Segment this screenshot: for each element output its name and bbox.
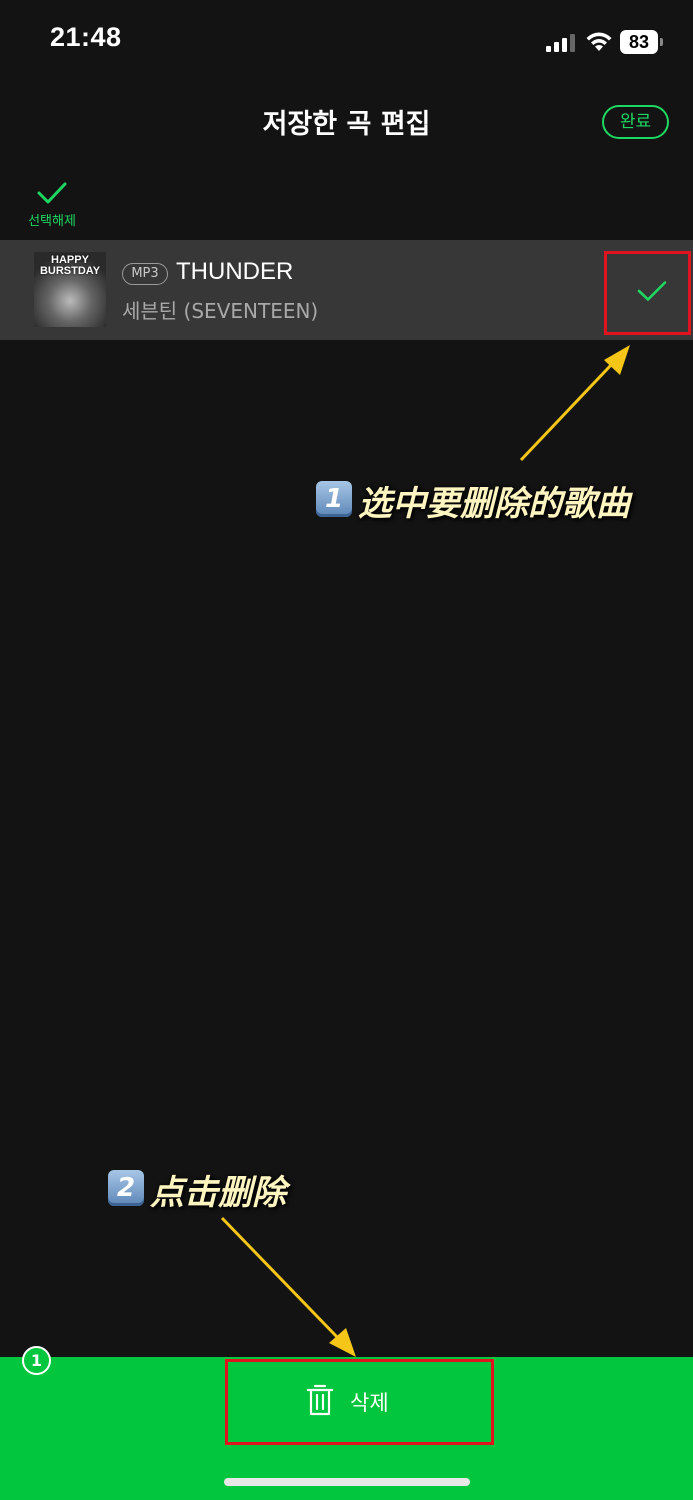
highlight-box-checkbox	[604, 251, 691, 335]
status-bar: 21:48 83	[0, 0, 693, 84]
page-title: 저장한 곡 편집	[262, 109, 431, 140]
wifi-icon	[586, 32, 612, 51]
done-button[interactable]: 완료	[602, 105, 669, 139]
annotation-number-2: 2	[108, 1170, 144, 1206]
selected-count-badge: 1	[22, 1346, 51, 1375]
status-time: 21:48	[50, 22, 122, 52]
checkmark-icon	[37, 182, 67, 204]
battery-icon: 83	[620, 30, 663, 54]
album-art: HAPPY BURSTDAY	[34, 252, 106, 327]
cellular-signal-icon	[546, 34, 575, 52]
deselect-all-label: 선택해제	[28, 214, 76, 229]
annotation-arrows	[220, 345, 630, 1357]
highlight-box-delete	[225, 1359, 494, 1445]
annotation-number-1: 1	[316, 481, 352, 517]
song-row[interactable]: HAPPY BURSTDAY	[0, 240, 693, 340]
format-badge: MP3	[122, 263, 168, 285]
song-title: THUNDER	[176, 258, 294, 285]
album-art-title: HAPPY BURSTDAY	[39, 254, 101, 277]
song-artist: 세븐틴 (SEVENTEEN)	[122, 299, 319, 323]
annotation-text-1: 选中要删除的歌曲	[358, 484, 630, 524]
deselect-all-button[interactable]: 선택해제	[22, 176, 82, 230]
battery-level: 83	[628, 32, 650, 52]
home-indicator[interactable]	[224, 1478, 470, 1486]
annotation-text-2: 点击删除	[150, 1173, 286, 1213]
